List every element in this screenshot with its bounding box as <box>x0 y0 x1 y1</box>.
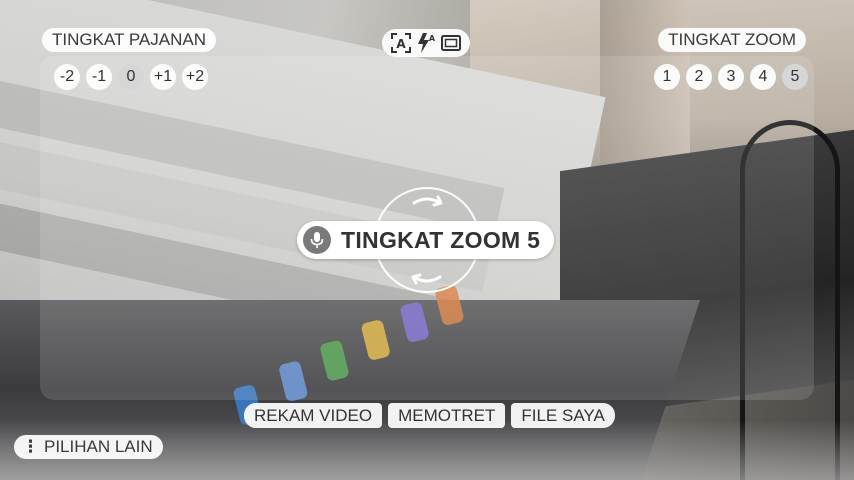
more-options-button[interactable]: ⋮ PILIHAN LAIN <box>14 435 163 459</box>
exposure-option-selected[interactable]: 0 <box>118 64 144 90</box>
camera-mode-icons: A A <box>382 29 470 57</box>
zoom-level-label: TINGKAT ZOOM <box>658 28 806 52</box>
zoom-option[interactable]: 4 <box>750 64 776 90</box>
zoom-option[interactable]: 3 <box>718 64 744 90</box>
zoom-toast-text: TINGKAT ZOOM 5 <box>341 226 541 253</box>
exposure-level-selector: -2 -1 0 +1 +2 <box>54 64 208 90</box>
my-files-button[interactable]: FILE SAYA <box>511 403 615 428</box>
zoom-level-selector: 1 2 3 4 5 <box>654 64 808 90</box>
zoom-option[interactable]: 1 <box>654 64 680 90</box>
svg-text:A: A <box>396 37 406 51</box>
flash-auto-icon[interactable]: A <box>416 32 436 54</box>
zoom-level-toast: TINGKAT ZOOM 5 <box>297 221 554 259</box>
auto-scene-icon[interactable]: A <box>390 32 412 54</box>
exposure-option[interactable]: -2 <box>54 64 80 90</box>
exposure-option[interactable]: +1 <box>150 64 176 90</box>
exposure-option[interactable]: -1 <box>86 64 112 90</box>
capture-actions: REKAM VIDEO MEMOTRET FILE SAYA <box>244 403 615 428</box>
aspect-ratio-icon[interactable] <box>440 32 462 54</box>
zoom-option[interactable]: 2 <box>686 64 712 90</box>
take-photo-button[interactable]: MEMOTRET <box>388 403 506 428</box>
more-options-label: PILIHAN LAIN <box>44 437 153 456</box>
more-vertical-icon: ⋮ <box>22 437 39 456</box>
record-video-button[interactable]: REKAM VIDEO <box>244 403 383 428</box>
zoom-option-selected[interactable]: 5 <box>782 64 808 90</box>
svg-text:A: A <box>429 34 436 43</box>
exposure-level-label: TINGKAT PAJANAN <box>42 28 216 52</box>
microphone-icon <box>303 226 331 254</box>
exposure-option[interactable]: +2 <box>182 64 208 90</box>
